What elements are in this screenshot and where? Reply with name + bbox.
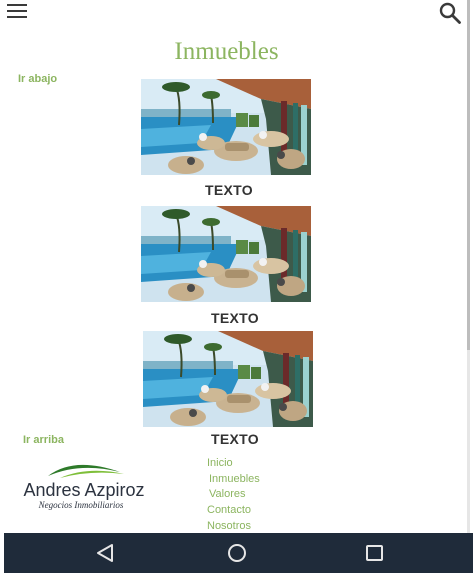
- footer-link-valores[interactable]: Valores: [209, 488, 245, 500]
- search-icon[interactable]: [438, 1, 462, 25]
- footer-link-contacto[interactable]: Contacto: [207, 504, 251, 516]
- go-up-link[interactable]: Ir arriba: [23, 434, 64, 446]
- home-circle-icon[interactable]: [207, 533, 267, 573]
- listing-image[interactable]: [143, 331, 313, 427]
- listing-image[interactable]: [141, 206, 311, 302]
- recents-square-icon[interactable]: [345, 533, 405, 573]
- listing-label: TEXTO: [205, 182, 253, 198]
- hamburger-menu-icon[interactable]: [7, 3, 27, 19]
- logo-swoosh-icon: [48, 464, 124, 478]
- top-bar: [0, 0, 473, 26]
- listing-image[interactable]: [141, 79, 311, 175]
- go-down-link[interactable]: Ir abajo: [18, 73, 57, 85]
- footer-link-inmuebles[interactable]: Inmuebles: [209, 473, 260, 485]
- footer-link-nosotros[interactable]: Nosotros: [207, 520, 251, 532]
- back-triangle-icon[interactable]: [76, 533, 136, 573]
- scrollbar-thumb[interactable]: [467, 0, 470, 350]
- listing-label: TEXTO: [211, 431, 259, 447]
- logo-name: Andres Azpiroz: [23, 480, 145, 500]
- page-title: Inmuebles: [174, 38, 279, 65]
- listing-label: TEXTO: [211, 310, 259, 326]
- android-navigation-bar: [4, 533, 473, 573]
- footer-link-inicio[interactable]: Inicio: [207, 457, 233, 469]
- logo-tagline: Negocios Inmobiliarios: [38, 500, 124, 510]
- company-logo[interactable]: Andres Azpiroz Negocios Inmobiliarios: [14, 458, 154, 514]
